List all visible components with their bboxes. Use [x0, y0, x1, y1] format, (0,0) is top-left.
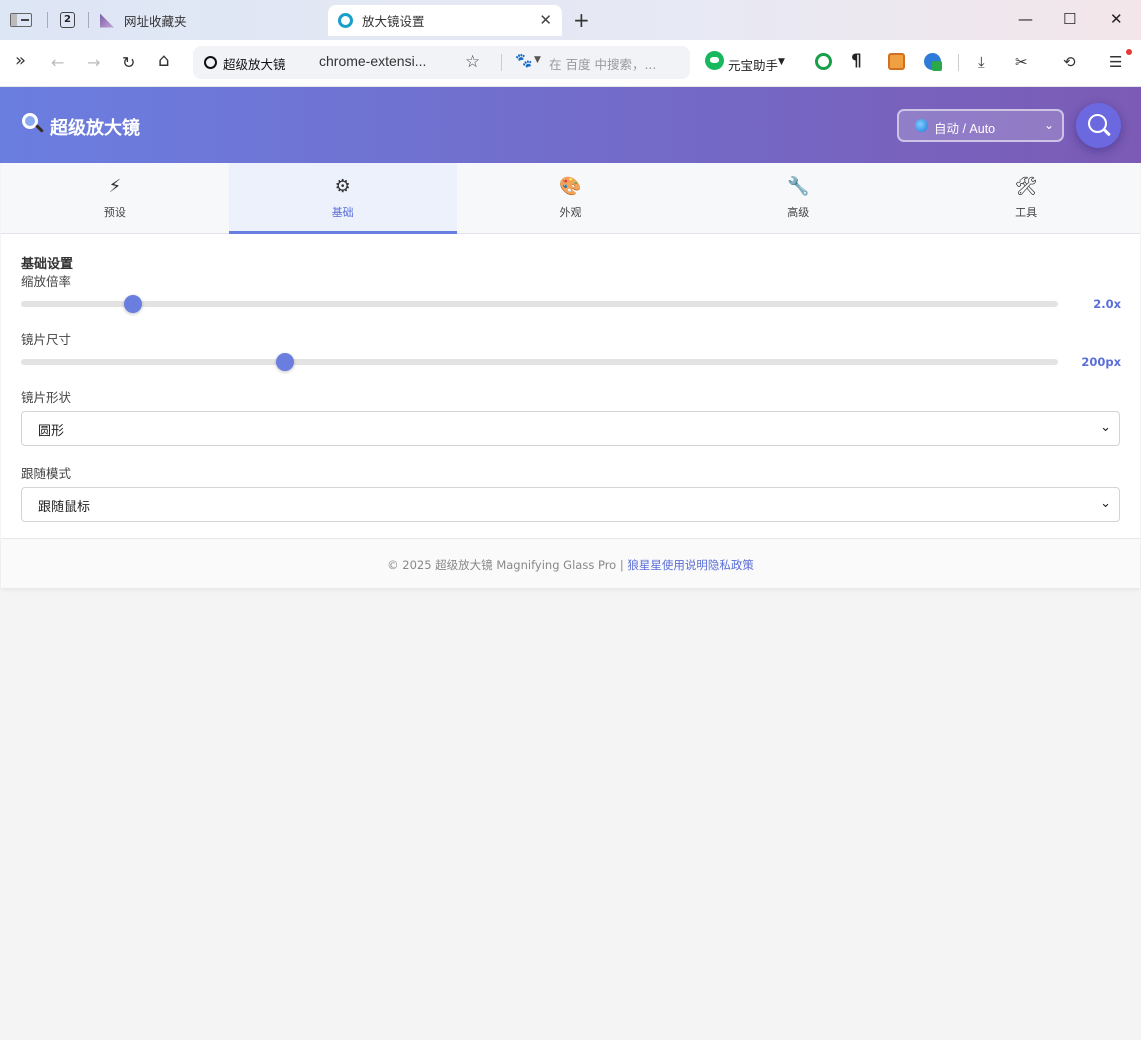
yuanbao-assistant-label[interactable]: 元宝助手 — [728, 55, 778, 74]
chevron-down-icon: ⌄ — [1100, 420, 1111, 435]
tools-icon: 🛠 — [1014, 176, 1038, 197]
scissors-icon[interactable]: ✂ — [1015, 53, 1028, 71]
zoom-value: 2.0x — [1093, 297, 1121, 311]
history-icon[interactable]: ⟲ — [1063, 53, 1076, 71]
tab-basic[interactable]: ⚙ 基础 — [228, 163, 457, 234]
minimize-button[interactable]: — — [1018, 10, 1033, 28]
tab-label: 外观 — [559, 206, 582, 219]
lens-size-slider-thumb[interactable] — [276, 353, 295, 371]
url-text[interactable]: chrome-extensi... — [319, 53, 426, 69]
bookmark-favicon-icon — [100, 13, 114, 28]
sidebar-toggle-icon[interactable] — [10, 13, 32, 27]
follow-mode-label: 跟随模式 — [21, 466, 72, 481]
tab-presets[interactable]: ⚡ 预设 — [1, 163, 229, 234]
lens-size-value: 200px — [1081, 355, 1121, 369]
new-tab-button[interactable]: + — [573, 8, 590, 32]
omnibox-divider — [501, 54, 502, 71]
search-placeholder[interactable]: 在 百度 中搜索，... — [549, 54, 656, 73]
tab-label: 工具 — [1015, 206, 1038, 219]
footer-link-instructions[interactable]: 使用说明 — [662, 558, 708, 572]
gear-icon: ⚙ — [334, 176, 351, 197]
tab-label: 基础 — [331, 206, 354, 219]
yuanbao-assistant-icon[interactable] — [705, 51, 724, 70]
footer-link-privacy[interactable]: 隐私政策 — [708, 558, 754, 572]
browser-tab-bookmarks[interactable]: 网址收藏夹 — [100, 5, 310, 36]
toolbar-divider — [958, 54, 959, 71]
tab-appearance[interactable]: 🎨 外观 — [457, 163, 685, 234]
app-title: 超级放大镜 — [50, 118, 140, 139]
picture-extension-icon[interactable] — [888, 53, 905, 70]
back-button[interactable]: ← — [51, 53, 64, 72]
lightning-icon: ⚡ — [108, 176, 122, 197]
maximize-button[interactable]: ☐ — [1063, 10, 1076, 28]
palette-icon: 🎨 — [559, 176, 582, 197]
download-icon[interactable]: ⤓ — [978, 53, 985, 71]
site-favicon-icon — [204, 56, 217, 69]
globe-icon — [915, 119, 928, 132]
language-select[interactable]: 自动 / Auto ⌄ — [897, 109, 1064, 142]
close-tab-icon[interactable]: ✕ — [539, 11, 552, 29]
home-button[interactable]: ⌂ — [158, 50, 169, 71]
menu-icon[interactable]: ☰ — [1109, 53, 1122, 71]
follow-mode-selected-value: 跟随鼠标 — [38, 500, 91, 515]
tab-strip-divider — [47, 12, 48, 28]
lens-shape-label: 镜片形状 — [21, 390, 72, 405]
address-bar[interactable]: 超级放大镜 chrome-extensi... ☆ 🐾 ▼ 在 百度 中搜索，.… — [193, 46, 690, 79]
forward-button[interactable]: → — [87, 53, 100, 72]
green-gear-extension-icon[interactable] — [815, 53, 832, 70]
tab-count-badge[interactable]: 2 — [60, 12, 75, 28]
tab-label: 预设 — [103, 206, 126, 219]
lens-shape-select[interactable]: 圆形 ⌄ — [21, 411, 1120, 446]
chevron-down-icon: ⌄ — [1043, 118, 1054, 132]
page-footer: © 2025 超级放大镜 Magnifying Glass Pro | 狼星星使… — [1, 538, 1140, 588]
settings-tab-bar: ⚡ 预设 ⚙ 基础 🎨 外观 🔧 高级 🛠 工具 — [1, 163, 1140, 234]
globe-extension-icon[interactable] — [924, 53, 942, 71]
language-selected-value: 自动 / Auto — [934, 122, 996, 136]
close-window-button[interactable]: ✕ — [1110, 10, 1123, 28]
lens-size-slider[interactable] — [21, 353, 1058, 371]
magnifier-toggle-button[interactable] — [1076, 103, 1121, 148]
chevron-down-icon: ⌄ — [1100, 496, 1111, 511]
settings-panel: 基础设置 缩放倍率 2.0x 镜片尺寸 200px 镜片形状 圆形 ⌄ 跟随模式… — [1, 234, 1140, 538]
tab-label: 高级 — [787, 206, 810, 219]
baidu-paw-icon[interactable]: 🐾 — [515, 53, 532, 69]
yuanbao-chevron-down-icon[interactable]: ▼ — [778, 57, 785, 67]
notification-dot — [1126, 49, 1132, 55]
tab-strip-divider — [88, 12, 89, 28]
browser-tab-strip: 2 网址收藏夹 放大镜设置 ✕ + — ☐ ✕ — [0, 0, 1141, 40]
footer-link-author[interactable]: 狼星星 — [627, 558, 662, 572]
search-engine-chevron-down-icon[interactable]: ▼ — [534, 55, 541, 65]
tab-tools[interactable]: 🛠 工具 — [912, 163, 1140, 234]
lens-shape-selected-value: 圆形 — [38, 424, 65, 439]
tab-advanced[interactable]: 🔧 高级 — [684, 163, 912, 234]
tab-title: 放大镜设置 — [362, 14, 425, 29]
wrench-icon: 🔧 — [787, 176, 810, 197]
browser-toolbar: » ← → ↻ ⌂ 超级放大镜 chrome-extensi... ☆ 🐾 ▼ … — [0, 40, 1141, 87]
lens-size-label: 镜片尺寸 — [21, 332, 72, 347]
follow-mode-select[interactable]: 跟随鼠标 ⌄ — [21, 487, 1120, 522]
browser-tab-magnifier-settings[interactable]: 放大镜设置 ✕ — [328, 5, 562, 36]
more-chevron-icon[interactable]: » — [15, 50, 26, 71]
bookmark-star-icon[interactable]: ☆ — [465, 52, 480, 72]
section-title: 基础设置 — [21, 257, 74, 272]
tab-title: 网址收藏夹 — [124, 14, 187, 29]
site-label: 超级放大镜 — [223, 57, 286, 72]
magnifier-favicon-icon — [338, 13, 353, 28]
reload-button[interactable]: ↻ — [122, 53, 135, 72]
zoom-slider[interactable] — [21, 295, 1058, 313]
paragraph-extension-icon[interactable]: ¶ — [851, 51, 862, 71]
zoom-slider-thumb[interactable] — [123, 295, 142, 313]
zoom-label: 缩放倍率 — [21, 274, 72, 289]
footer-copyright: © 2025 超级放大镜 Magnifying Glass Pro | — [387, 558, 628, 572]
magnifier-logo-icon — [22, 113, 38, 129]
